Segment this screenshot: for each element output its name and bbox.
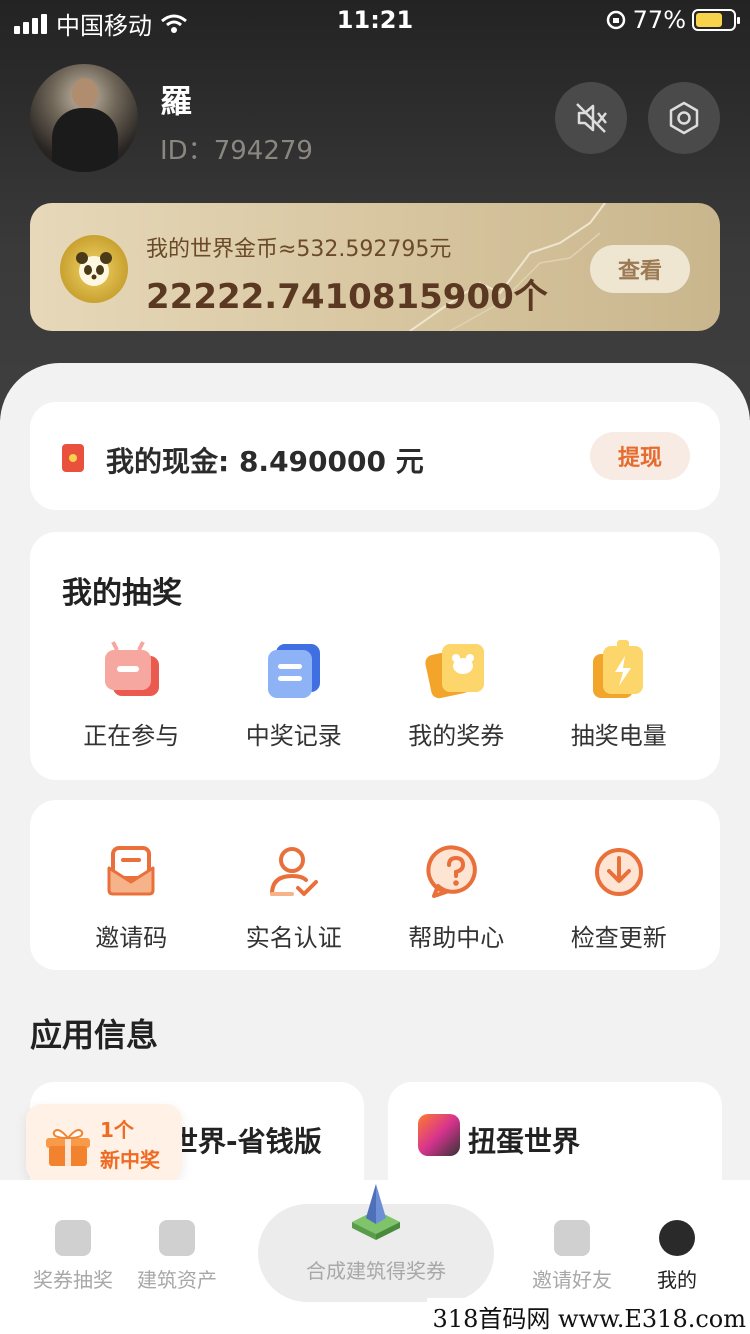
user-id: ID：794279 xyxy=(160,136,313,166)
participating-item[interactable]: 正在参与 xyxy=(50,638,213,751)
help-label: 帮助中心 xyxy=(408,924,505,952)
verify-label: 实名认证 xyxy=(245,924,342,952)
gacha-app-icon xyxy=(418,1114,460,1156)
app-name: 扭蛋世界 xyxy=(468,1125,581,1158)
settings-icon xyxy=(669,101,699,135)
lottery-title: 我的抽奖 xyxy=(62,576,182,611)
invite-code-item[interactable]: 邀请码 xyxy=(50,840,213,953)
building-icon xyxy=(352,1184,400,1240)
app-name: 世界-省钱版 xyxy=(170,1125,322,1158)
participating-label: 正在参与 xyxy=(83,722,180,750)
mute-button[interactable] xyxy=(555,82,627,154)
status-bar: 中国移动 11:21 77% xyxy=(0,0,750,40)
tab-label: 合成建筑得奖券 xyxy=(306,1259,446,1283)
lottery-card: 我的抽奖 正在参与 中奖记录 我的奖券 抽奖电量 xyxy=(30,532,720,780)
invite-code-icon xyxy=(107,846,155,896)
panda-coin-icon xyxy=(60,235,128,303)
tools-card: 邀请码 实名认证 帮助中心 检查更新 xyxy=(30,800,720,970)
prize-text: 新中奖 xyxy=(100,1148,160,1172)
energy-item[interactable]: 抽奖电量 xyxy=(538,638,701,751)
avatar[interactable] xyxy=(30,64,138,172)
gift-icon xyxy=(46,1129,90,1166)
gold-coin-card: 我的世界金币≈532.592795元 22222.7410815900个 查看 xyxy=(30,203,720,331)
profile-tab-icon xyxy=(659,1220,695,1256)
tab-profile[interactable]: 我的 xyxy=(627,1220,727,1293)
update-icon xyxy=(594,848,643,896)
gold-rate-text: 我的世界金币≈532.592795元 xyxy=(146,237,452,262)
verify-item[interactable]: 实名认证 xyxy=(213,840,376,953)
ticket-item[interactable]: 我的奖券 xyxy=(375,638,538,751)
help-item[interactable]: 帮助中心 xyxy=(375,840,538,953)
help-icon xyxy=(426,845,478,898)
gold-amount: 22222.7410815900个 xyxy=(146,277,548,317)
ticket-icon xyxy=(425,644,485,699)
participating-icon xyxy=(105,641,160,696)
tab-label: 奖券抽奖 xyxy=(33,1268,113,1292)
win-record-label: 中奖记录 xyxy=(245,722,342,750)
view-button[interactable]: 查看 xyxy=(590,245,690,293)
update-label: 检查更新 xyxy=(570,924,667,952)
watermark: 318首码网 www.E318.com xyxy=(426,1298,750,1334)
lottery-tab-icon xyxy=(55,1220,91,1256)
win-record-icon xyxy=(267,644,320,698)
energy-icon xyxy=(592,640,643,698)
tab-label: 建筑资产 xyxy=(137,1268,217,1292)
withdraw-button[interactable]: 提现 xyxy=(590,432,690,480)
mute-icon xyxy=(576,103,607,133)
username: 羅 xyxy=(160,82,193,120)
battery-percent: 77% xyxy=(632,6,686,34)
battery-icon xyxy=(692,9,740,31)
update-item[interactable]: 检查更新 xyxy=(538,840,701,953)
ticket-label: 我的奖券 xyxy=(408,722,505,750)
cash-label: 我的现金: 8.490000 元 xyxy=(106,445,424,478)
tab-lottery[interactable]: 奖券抽奖 xyxy=(23,1220,123,1293)
energy-label: 抽奖电量 xyxy=(570,722,667,750)
invite-code-label: 邀请码 xyxy=(95,924,168,952)
tab-invite-friends[interactable]: 邀请好友 xyxy=(522,1220,622,1293)
tab-label: 邀请好友 xyxy=(532,1268,612,1292)
red-envelope-icon xyxy=(62,444,84,472)
tab-label: 我的 xyxy=(657,1268,697,1292)
settings-button[interactable] xyxy=(648,82,720,154)
cash-card: 我的现金: 8.490000 元 提现 xyxy=(30,402,720,510)
building-assets-icon xyxy=(159,1220,195,1256)
prize-count: 1个 xyxy=(100,1118,134,1142)
invite-friends-icon xyxy=(554,1220,590,1256)
tab-synthesize-building[interactable]: 合成建筑得奖券 xyxy=(258,1184,494,1302)
tab-building-assets[interactable]: 建筑资产 xyxy=(127,1220,227,1293)
app-info-title: 应用信息 xyxy=(30,1016,159,1054)
win-record-item[interactable]: 中奖记录 xyxy=(213,638,376,751)
verify-icon xyxy=(269,847,318,896)
new-prize-popup[interactable]: 1个 新中奖 xyxy=(26,1104,182,1182)
rotation-lock-icon xyxy=(606,10,625,30)
